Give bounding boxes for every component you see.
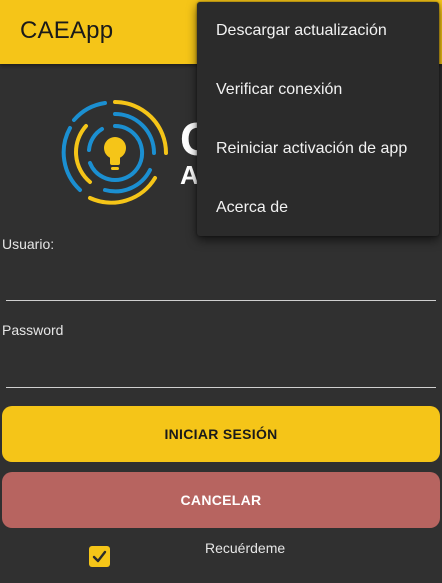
menu-item-verify-connection[interactable]: Verificar conexión — [197, 61, 439, 119]
login-screen: CAEApp C A Usuario: Password INICIAR SES… — [0, 0, 442, 583]
logo-text-line2: A — [180, 160, 199, 190]
checkmark-icon — [92, 550, 107, 563]
overflow-menu: Descargar actualización Verificar conexi… — [197, 2, 439, 236]
remember-label: Recuérdeme — [205, 540, 286, 556]
lightbulb-logo-icon — [60, 98, 170, 208]
remember-checkbox[interactable] — [89, 546, 110, 567]
app-title: CAEApp — [20, 17, 114, 44]
username-input[interactable] — [6, 260, 436, 301]
menu-item-about[interactable]: Acerca de — [197, 179, 439, 237]
password-label: Password — [2, 322, 64, 338]
password-input[interactable] — [6, 347, 436, 388]
menu-item-reset-activation[interactable]: Reiniciar activación de app — [197, 120, 439, 178]
cancel-button[interactable]: CANCELAR — [2, 472, 440, 528]
menu-item-download-update[interactable]: Descargar actualización — [197, 2, 439, 60]
login-button[interactable]: INICIAR SESIÓN — [2, 406, 440, 462]
username-label: Usuario: — [2, 236, 55, 252]
